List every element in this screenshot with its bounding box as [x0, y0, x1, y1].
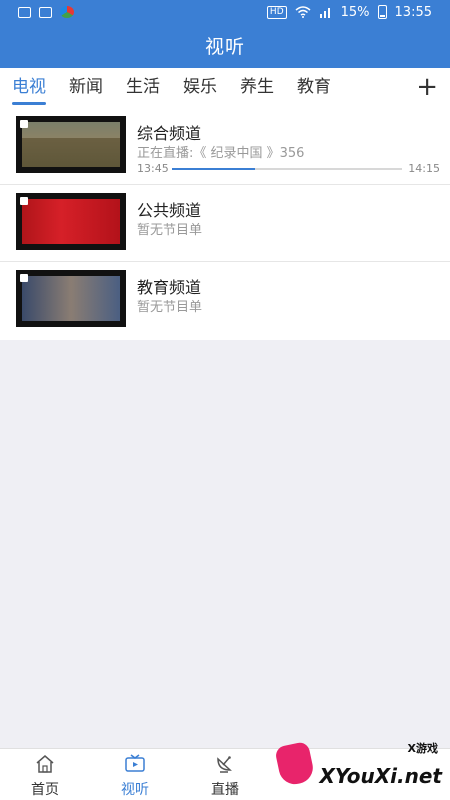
channel-thumbnail — [16, 270, 126, 327]
checkbox-notification-icon — [39, 6, 52, 18]
channel-name: 综合频道 — [137, 124, 202, 143]
tab-education[interactable]: 教育 — [297, 68, 331, 108]
nav-audiovisual[interactable]: 视听 — [90, 749, 180, 800]
add-tab-button[interactable]: + — [416, 74, 438, 100]
now-playing-text: 正在直播:《 纪录中国 》356 — [137, 146, 305, 161]
channel-row-public[interactable]: 公共频道 暂无节目单 — [0, 185, 450, 262]
tab-entertainment[interactable]: 娱乐 — [183, 68, 217, 108]
home-icon — [36, 755, 54, 773]
app-header: HD 15% 13:55 视听 — [0, 0, 450, 68]
channel-row-education[interactable]: 教育频道 暂无节目单 — [0, 262, 450, 340]
nav-label: 首页 — [31, 782, 59, 798]
nav-label: 直播 — [211, 782, 239, 798]
watermark-subtext: X游戏 — [407, 742, 438, 755]
battery-icon — [377, 5, 387, 19]
signal-icon — [319, 8, 330, 18]
station-logo-icon — [20, 197, 28, 205]
tab-tv[interactable]: 电视 — [12, 68, 46, 108]
status-bar: HD 15% 13:55 — [0, 0, 450, 24]
schedule-status-text: 暂无节目单 — [137, 223, 203, 238]
nav-live[interactable]: 直播 — [180, 749, 270, 800]
station-logo-icon — [20, 274, 28, 282]
tab-health[interactable]: 养生 — [240, 68, 274, 108]
program-progress-bar — [172, 168, 402, 170]
gallery-notification-icon — [18, 6, 31, 18]
battery-percent: 15% — [340, 4, 370, 20]
channel-row-general[interactable]: 综合频道 正在直播:《 纪录中国 》356 13:45 14:15 — [0, 108, 450, 185]
status-right: HD 15% 13:55 — [266, 4, 432, 20]
status-time: 13:55 — [394, 4, 432, 20]
channel-name: 教育频道 — [137, 278, 202, 297]
hd-badge: HD — [266, 5, 287, 19]
wifi-icon — [295, 6, 311, 18]
watermark-logo-icon — [274, 740, 316, 788]
nav-home[interactable]: 首页 — [0, 749, 90, 800]
nav-label: 视听 — [121, 782, 149, 798]
app-notification-icon — [60, 6, 74, 18]
program-progress-fill — [172, 168, 255, 170]
thumbnail-image — [22, 122, 120, 167]
channel-list: 综合频道 正在直播:《 纪录中国 》356 13:45 14:15 公共频道 暂… — [0, 108, 450, 340]
category-tabs: 电视 新闻 生活 娱乐 养生 教育 + — [0, 68, 450, 108]
schedule-status-text: 暂无节目单 — [137, 300, 203, 315]
channel-thumbnail — [16, 116, 126, 173]
tab-life[interactable]: 生活 — [126, 68, 160, 108]
page-title: 视听 — [204, 36, 245, 58]
thumbnail-image — [22, 276, 120, 321]
channel-thumbnail — [16, 193, 126, 250]
status-left — [18, 6, 74, 18]
tab-news[interactable]: 新闻 — [69, 68, 103, 108]
watermark-text: XYouXi.net — [319, 764, 442, 788]
station-logo-icon — [20, 120, 28, 128]
tv-icon — [125, 754, 145, 772]
site-watermark: X游戏 XYouXi.net — [272, 740, 442, 792]
program-end-time: 14:15 — [408, 162, 440, 175]
satellite-dish-icon — [217, 756, 232, 773]
channel-name: 公共频道 — [137, 201, 202, 220]
thumbnail-image — [22, 199, 120, 244]
program-start-time: 13:45 — [137, 162, 169, 175]
